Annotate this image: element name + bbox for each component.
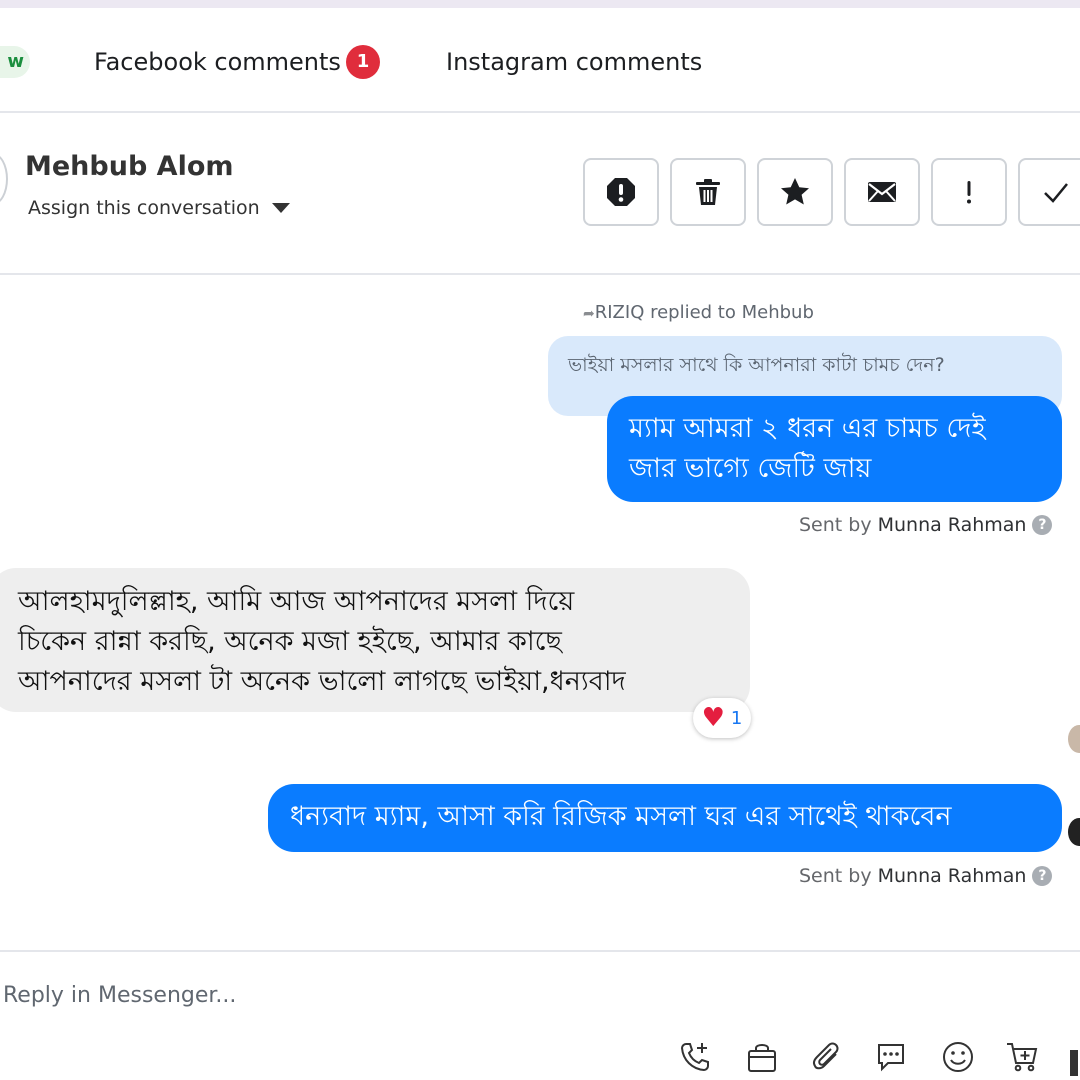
sender-name: Munna Rahman <box>877 514 1027 536</box>
reaction-count: 1 <box>730 707 743 729</box>
sent-by-prefix: Sent by <box>799 865 872 887</box>
mark-spam-button[interactable] <box>583 158 659 226</box>
message-line: জার ভাগ্যে জেটি জায় <box>629 453 872 484</box>
incoming-message: আলহামদুলিল্লাহ, আমি আজ আপনাদের মসলা দিয়… <box>0 568 750 712</box>
paperclip-icon <box>812 1042 839 1070</box>
delete-button[interactable] <box>670 158 746 226</box>
top-strip <box>0 0 1080 8</box>
follow-up-button[interactable] <box>931 158 1007 226</box>
message-reaction[interactable]: ♥ 1 <box>693 698 751 738</box>
composer-divider <box>0 950 1080 952</box>
reply-input[interactable] <box>0 972 700 1018</box>
add-to-cart-button[interactable] <box>1003 1038 1041 1076</box>
attach-button[interactable] <box>808 1038 846 1076</box>
trash-icon <box>696 179 720 205</box>
emoji-icon <box>943 1042 973 1072</box>
star-button[interactable] <box>757 158 833 226</box>
message-line: আপনাদের মসলা টা অনেক ভালো লাগছে ভাইয়া,ধ… <box>18 666 626 697</box>
reply-arrow-icon: ➦ <box>583 306 595 322</box>
conversation-header: Mehbub Alom Assign this conversation <box>0 113 1080 275</box>
message-line: আলহামদুলিল্লাহ, আমি আজ আপনাদের মসলা দিয়… <box>18 586 575 617</box>
check-icon <box>1044 183 1068 203</box>
message-line: ম্যাম আমরা ২ ধরন এর চামচ দেই <box>629 413 986 444</box>
envelope-icon <box>868 182 896 202</box>
call-add-icon <box>680 1043 709 1072</box>
contact-avatar <box>0 153 8 205</box>
assign-conversation-dropdown[interactable]: Assign this conversation <box>28 197 290 219</box>
reply-context: ➦RIZIQ replied to Mehbub <box>583 302 814 323</box>
exclamation-icon <box>967 181 971 204</box>
help-icon[interactable]: ? <box>1032 866 1053 886</box>
spam-icon <box>607 178 635 206</box>
tab-new[interactable]: w <box>0 46 30 78</box>
emoji-button[interactable] <box>939 1038 977 1076</box>
contact-name: Mehbub Alom <box>25 151 234 182</box>
facebook-comments-badge: 1 <box>346 45 380 79</box>
help-icon[interactable]: ? <box>1032 515 1053 535</box>
tab-facebook-comments[interactable]: Facebook comments <box>94 48 341 76</box>
reply-context-text: RIZIQ replied to Mehbub <box>594 302 814 323</box>
sent-by-label: Sent by Munna Rahman ? <box>799 514 1053 536</box>
cart-add-icon <box>1007 1043 1038 1072</box>
shopping-bag-icon <box>748 1044 776 1072</box>
read-receipt-avatar <box>1068 725 1080 753</box>
sender-avatar <box>1068 818 1080 846</box>
star-icon <box>781 178 809 205</box>
outgoing-message: ধন্যবাদ ম্যাম, আসা করি রিজিক মসলা ঘর এর … <box>268 784 1062 852</box>
chat-bubble-icon <box>878 1044 904 1072</box>
chevron-down-icon <box>271 203 290 213</box>
tab-instagram-comments[interactable]: Instagram comments <box>446 48 702 76</box>
comment-tabs: w Facebook comments 1 Instagram comments <box>0 8 1080 113</box>
shop-button[interactable] <box>743 1038 781 1076</box>
outgoing-message: ম্যাম আমরা ২ ধরন এর চামচ দেই জার ভাগ্যে … <box>607 396 1062 502</box>
heart-icon: ♥ <box>701 703 725 733</box>
send-edge[interactable] <box>1070 1050 1078 1076</box>
message-line: চিকেন রান্না করছি, অনেক মজা হইছে, আমার ক… <box>18 626 562 657</box>
mark-unread-button[interactable] <box>844 158 920 226</box>
saved-replies-button[interactable] <box>872 1038 910 1076</box>
sent-by-label: Sent by Munna Rahman ? <box>799 865 1053 887</box>
sender-name: Munna Rahman <box>877 865 1027 887</box>
call-add-button[interactable] <box>676 1038 714 1076</box>
assign-label: Assign this conversation <box>28 197 260 219</box>
mark-done-button[interactable] <box>1018 158 1080 226</box>
sent-by-prefix: Sent by <box>799 514 872 536</box>
